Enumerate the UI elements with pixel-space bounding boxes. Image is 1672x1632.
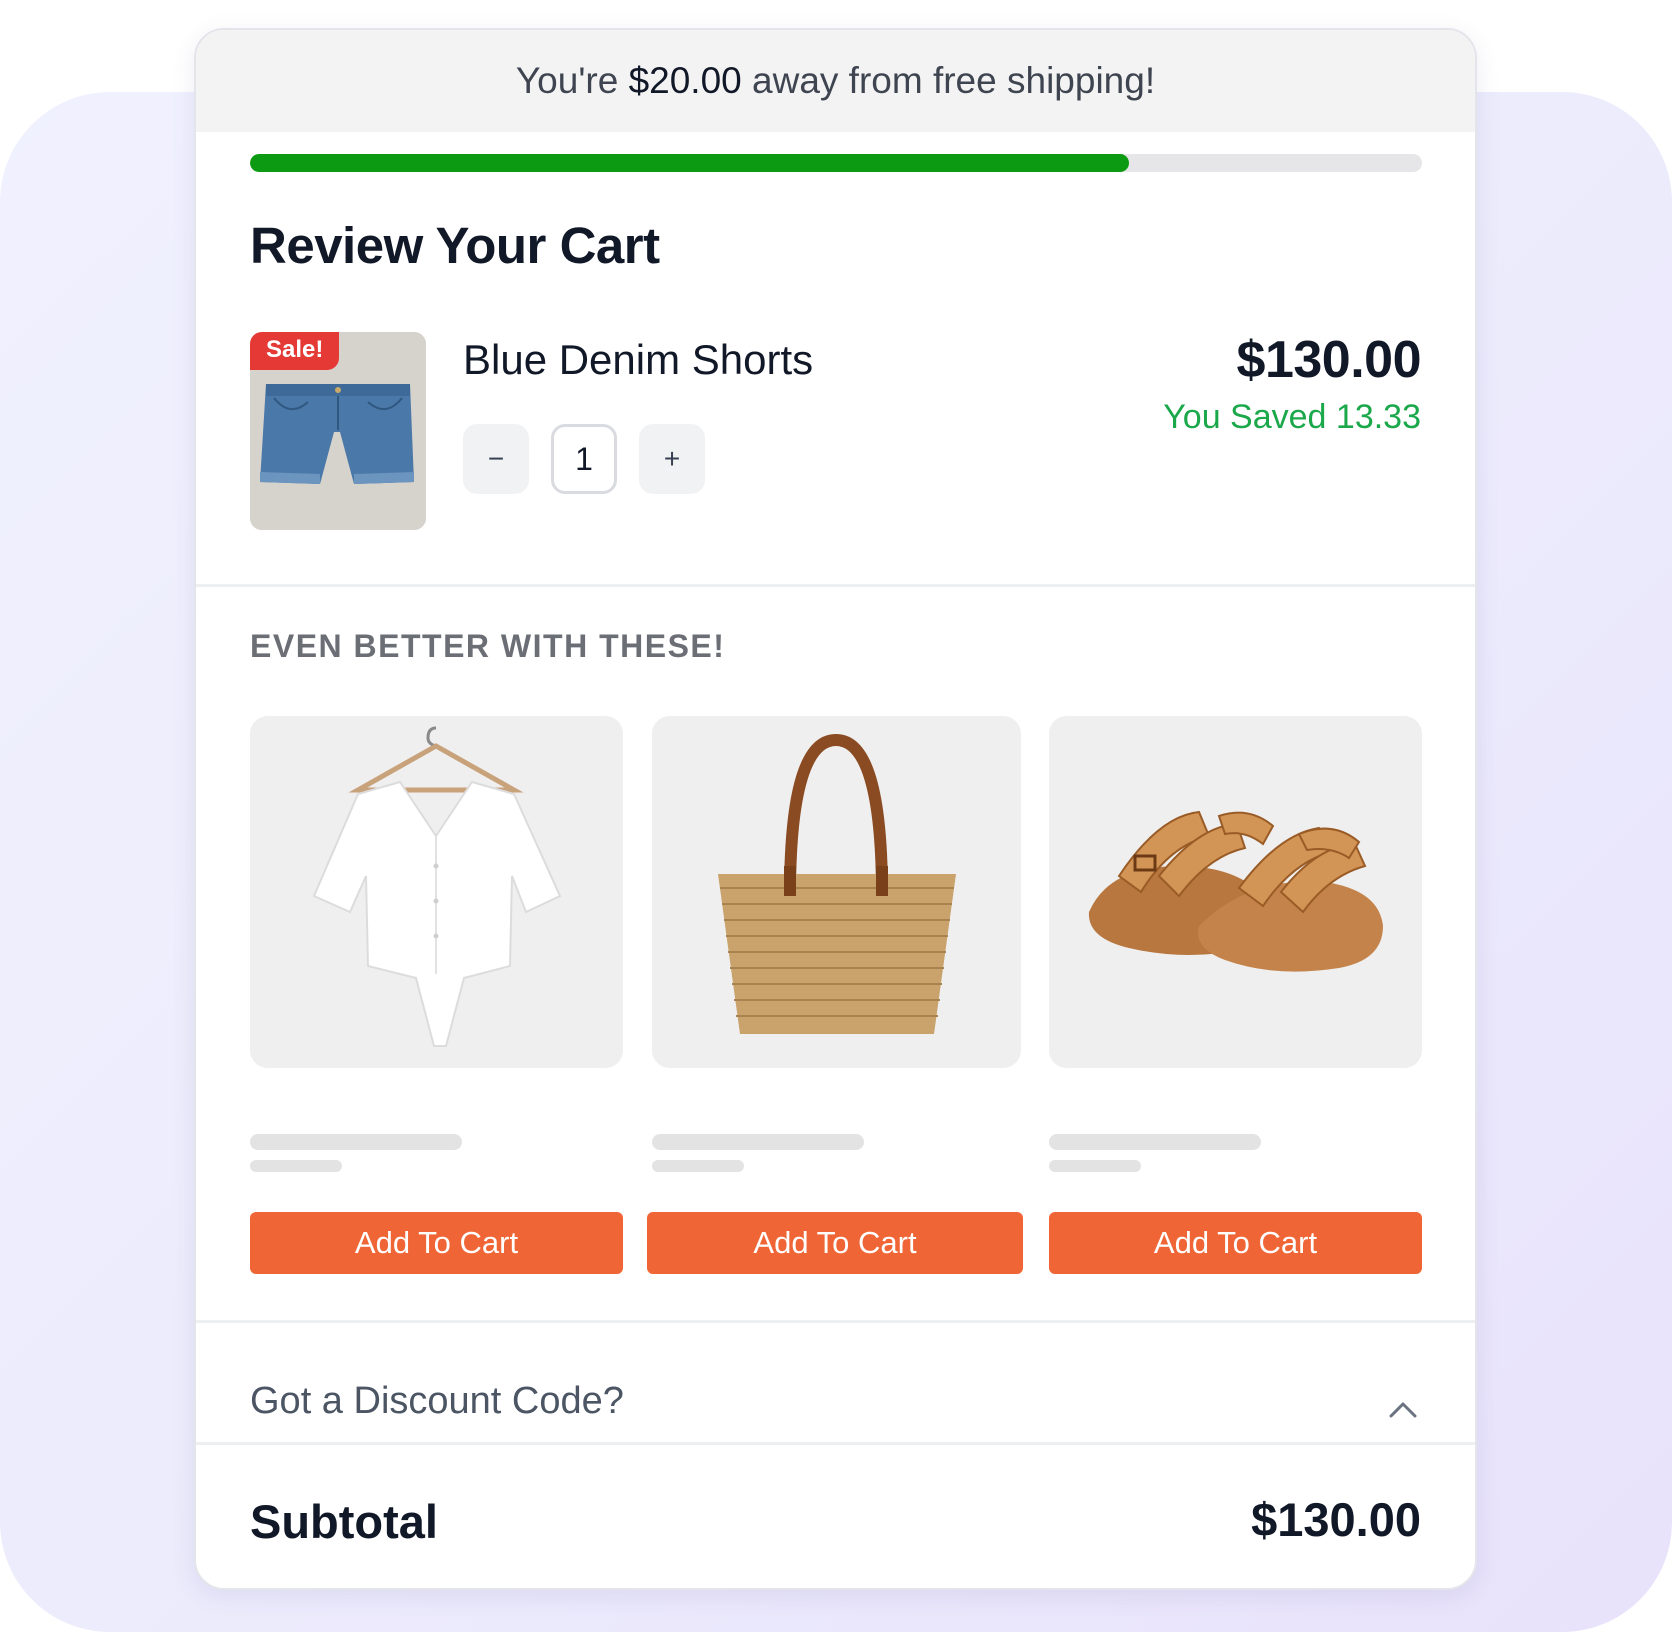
shipping-progress-fill <box>250 154 1129 172</box>
sale-badge: Sale! <box>250 332 340 370</box>
cart-item-image[interactable]: Sale! <box>250 332 426 530</box>
subtotal-value: $130.00 <box>1251 1493 1421 1546</box>
discount-code-toggle[interactable]: Got a Discount Code? <box>196 1348 1475 1466</box>
product-price-placeholder <box>250 1160 342 1172</box>
white-blouse-image <box>250 716 623 1068</box>
straw-tote-bag-image <box>652 716 1021 1068</box>
upsell-heading: EVEN BETTER WITH THESE! <box>250 628 726 664</box>
cart-item-savings: You Saved 13.33 <box>1163 398 1421 436</box>
upsell-product-card <box>1049 716 1422 1172</box>
upsell-product-image[interactable] <box>652 716 1021 1068</box>
section-divider <box>196 1442 1475 1445</box>
section-divider <box>196 1320 1475 1323</box>
cart-drawer: You're $20.00 away from free shipping! R… <box>194 28 1477 1590</box>
cart-item-name[interactable]: Blue Denim Shorts <box>463 336 813 384</box>
cart-item-price: $130.00 <box>1236 331 1422 389</box>
add-to-cart-button[interactable]: Add To Cart <box>250 1212 623 1274</box>
shipping-progress-bar <box>250 154 1422 172</box>
upsell-product-card <box>652 716 1021 1172</box>
shipping-prefix: You're <box>515 60 619 101</box>
quantity-input[interactable]: 1 <box>551 424 617 494</box>
product-price-placeholder <box>652 1160 744 1172</box>
product-title-placeholder <box>652 1134 864 1150</box>
cart-title: Review Your Cart <box>250 217 660 274</box>
shipping-remaining-amount: $20.00 <box>628 60 742 101</box>
free-shipping-banner: You're $20.00 away from free shipping! <box>196 30 1475 132</box>
product-price-placeholder <box>1049 1160 1141 1172</box>
product-title-placeholder <box>250 1134 462 1150</box>
add-to-cart-button[interactable]: Add To Cart <box>647 1212 1023 1274</box>
upsell-product-image[interactable] <box>1049 716 1422 1068</box>
add-to-cart-button[interactable]: Add To Cart <box>1049 1212 1422 1274</box>
upsell-product-card <box>250 716 623 1172</box>
product-title-placeholder <box>1049 1134 1261 1150</box>
section-divider <box>196 584 1475 587</box>
discount-code-label: Got a Discount Code? <box>250 1380 624 1422</box>
quantity-increment-button[interactable]: + <box>639 424 705 494</box>
chevron-up-icon[interactable] <box>1389 1400 1417 1418</box>
subtotal-label: Subtotal <box>250 1495 438 1548</box>
quantity-decrement-button[interactable]: − <box>463 424 529 494</box>
shipping-suffix: away from free shipping! <box>752 60 1156 101</box>
leather-sandals-image <box>1049 716 1422 1068</box>
upsell-product-image[interactable] <box>250 716 623 1068</box>
